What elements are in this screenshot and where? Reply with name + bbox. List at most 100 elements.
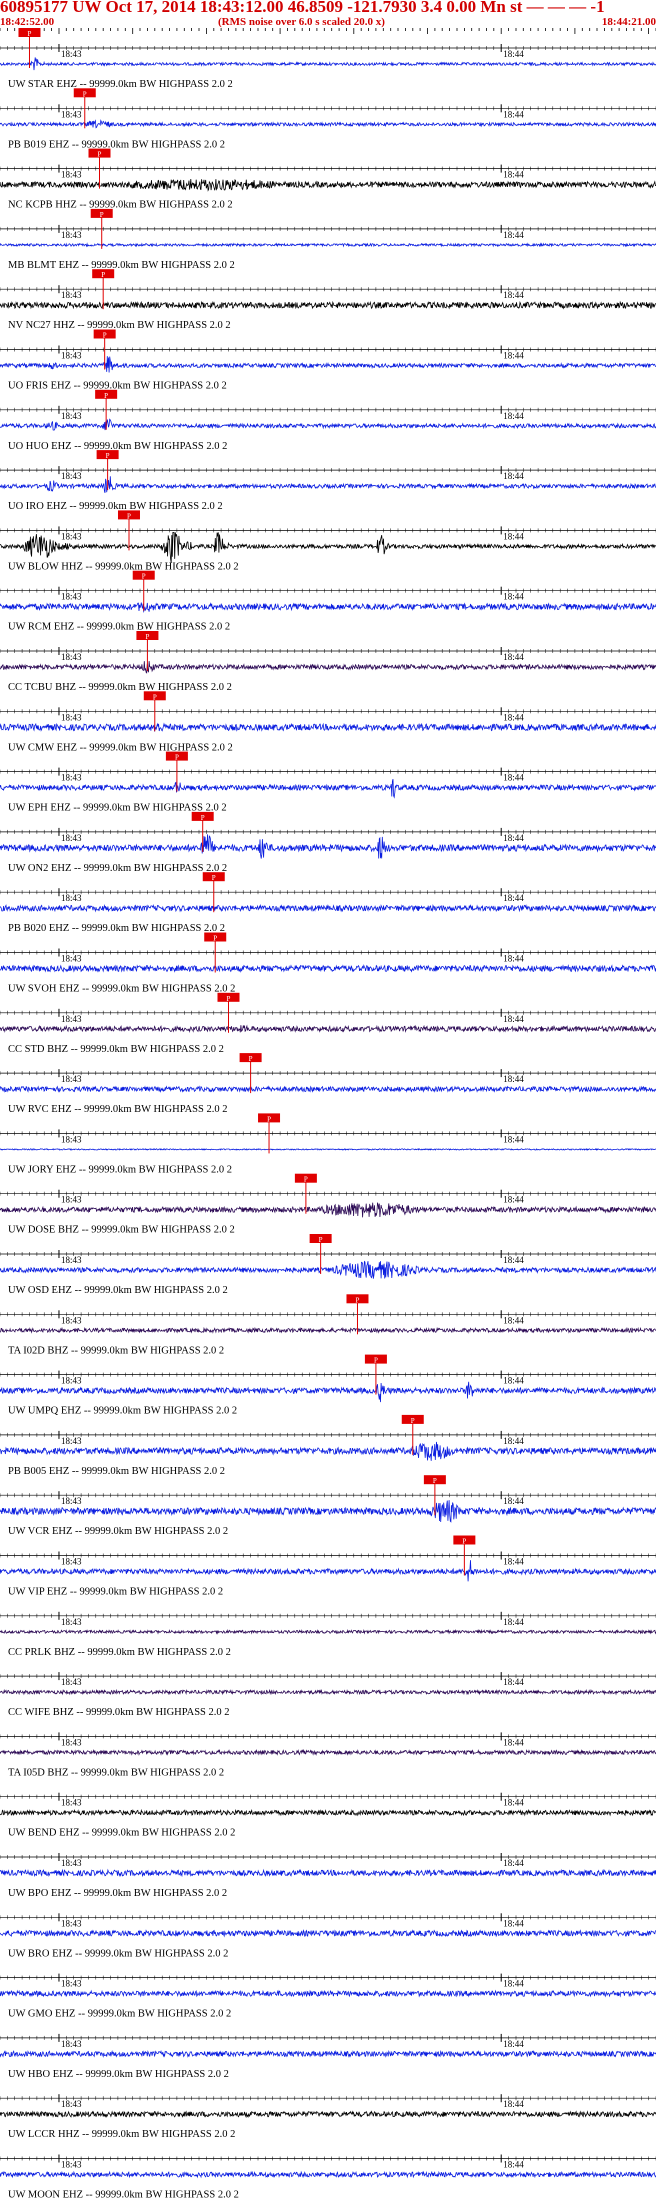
tick-label-1843: 18:43 (61, 109, 82, 119)
start-time: 18:42:52.00 (0, 16, 55, 28)
station-label: UW BRO EHZ -- 99999.0km BW HIGHPASS 2.0 … (8, 1948, 228, 1959)
waveform-trace (0, 1628, 656, 1635)
station-label: UW DOSE BHZ -- 99999.0km BW HIGHPASS 2.0… (8, 1225, 235, 1236)
station-label: UW VIP EHZ -- 99999.0km BW HIGHPASS 2.0 … (8, 1587, 223, 1598)
pick-flag-label: P (28, 30, 32, 38)
tick-label-1844: 18:44 (503, 471, 524, 481)
station-label: CC STD BHZ -- 99999.0km BW HIGHPASS 2.0 … (8, 1044, 224, 1055)
pick-flag-label: P (104, 392, 108, 400)
pick-flag-label: P (374, 1357, 378, 1365)
pick-flag-label: P (213, 935, 217, 943)
waveform-trace (0, 1202, 656, 1218)
tick-label-1844: 18:44 (503, 531, 524, 541)
tick-label-1843: 18:43 (61, 1074, 82, 1084)
tick-label-1844: 18:44 (503, 1737, 524, 1747)
waveform-trace (0, 2110, 656, 2119)
station-label: CC PRLK BHZ -- 99999.0km BW HIGHPASS 2.0… (8, 1647, 231, 1658)
pick-flag-label: P (153, 693, 157, 701)
tick-label-1844: 18:44 (503, 1677, 524, 1687)
pick-flag-label: P (142, 573, 146, 581)
tick-label-1843: 18:43 (61, 471, 82, 481)
tick-label-1844: 18:44 (503, 592, 524, 602)
tick-label-1843: 18:43 (61, 1496, 82, 1506)
tick-label-1843: 18:43 (61, 351, 82, 361)
station-label: UW BPO EHZ -- 99999.0km BW HIGHPASS 2.0 … (8, 1888, 227, 1899)
pick-flag-label: P (201, 814, 205, 822)
waveform-trace (0, 1381, 656, 1403)
pick-flag-label: P (356, 1296, 360, 1304)
tick-label-1844: 18:44 (503, 1014, 524, 1024)
tick-label-1844: 18:44 (503, 411, 524, 421)
station-label: PB B020 EHZ -- 99999.0km BW HIGHPASS 2.0… (8, 923, 225, 934)
waveform-trace (0, 2170, 656, 2179)
tick-label-1843: 18:43 (61, 1979, 82, 1989)
pick-flag-label: P (304, 1176, 308, 1184)
waveform-trace (0, 1868, 656, 1878)
tick-label-1844: 18:44 (503, 1496, 524, 1506)
station-label: PB B019 EHZ -- 99999.0km BW HIGHPASS 2.0… (8, 139, 225, 150)
pick-flag-label: P (100, 211, 104, 219)
tick-label-1843: 18:43 (61, 712, 82, 722)
station-label: UW OSD EHZ -- 99999.0km BW HIGHPASS 2.0 … (8, 1285, 228, 1296)
station-label: UW SVOH EHZ -- 99999.0km BW HIGHPASS 2.0… (8, 984, 235, 995)
tick-label-1843: 18:43 (61, 1255, 82, 1265)
pick-flag-label: P (127, 512, 131, 520)
waveform-trace (0, 964, 656, 973)
station-label: UW CMW EHZ -- 99999.0km BW HIGHPASS 2.0 … (8, 742, 233, 753)
tick-label-1844: 18:44 (503, 109, 524, 119)
tick-label-1843: 18:43 (61, 531, 82, 541)
waveform-trace (0, 178, 656, 192)
station-label: CC TCBU BHZ -- 99999.0km BW HIGHPASS 2.0… (8, 682, 232, 693)
tick-label-1843: 18:43 (61, 49, 82, 59)
waveform-trace (0, 418, 656, 431)
station-label: UW STAR EHZ -- 99999.0km BW HIGHPASS 2.0… (8, 79, 233, 90)
tick-label-1843: 18:43 (61, 592, 82, 602)
station-label: UW MOON EHZ -- 99999.0km BW HIGHPASS 2.0… (8, 2190, 239, 2198)
waveform-trace (0, 1500, 656, 1523)
waveform-trace (0, 1560, 656, 1582)
tick-label-1844: 18:44 (503, 2099, 524, 2109)
pick-flag-label: P (212, 874, 216, 882)
pick-flag-label: P (249, 1055, 253, 1063)
tick-label-1843: 18:43 (61, 1617, 82, 1627)
pick-flag-label: P (106, 452, 110, 460)
station-label: UW BLOW HHZ -- 99999.0km BW HIGHPASS 2.0… (8, 561, 239, 572)
tick-label-1844: 18:44 (503, 230, 524, 240)
tick-label-1844: 18:44 (503, 773, 524, 783)
pick-flag-label: P (175, 754, 179, 762)
tick-label-1843: 18:43 (61, 2039, 82, 2049)
waveform-trace (0, 661, 656, 674)
waveform-trace (0, 1441, 656, 1461)
station-label: TA I05D BHZ -- 99999.0km BW HIGHPASS 2.0… (8, 1767, 224, 1778)
pick-flag-label: P (462, 1538, 466, 1546)
station-label: UW VCR EHZ -- 99999.0km BW HIGHPASS 2.0 … (8, 1526, 228, 1537)
waveform-trace (0, 1688, 656, 1696)
tick-label-1843: 18:43 (61, 833, 82, 843)
tick-label-1844: 18:44 (503, 1255, 524, 1265)
waveform-trace (0, 1748, 656, 1756)
waveform-trace (0, 834, 656, 859)
pick-flag-label: P (83, 90, 87, 98)
tick-label-1844: 18:44 (503, 49, 524, 59)
tick-label-1844: 18:44 (503, 1798, 524, 1808)
station-label: UW RCM EHZ -- 99999.0km BW HIGHPASS 2.0 … (8, 622, 230, 633)
tick-label-1843: 18:43 (61, 170, 82, 180)
rms-note: (RMS noise over 6.0 s scaled 20.0 x) (218, 16, 385, 28)
tick-label-1843: 18:43 (61, 1134, 82, 1144)
waveform-trace (0, 1808, 656, 1817)
tick-label-1844: 18:44 (503, 1617, 524, 1627)
tick-label-1844: 18:44 (503, 893, 524, 903)
waveform-trace (0, 1929, 656, 1938)
seismogram-chart: 18:43 18:44 UW STAR EHZ -- 99999.0km BW HI… (0, 28, 656, 2198)
tick-label-1843: 18:43 (61, 773, 82, 783)
waveform-trace (0, 476, 656, 494)
tick-label-1844: 18:44 (503, 1979, 524, 1989)
waveform-trace (0, 722, 656, 733)
tick-label-1844: 18:44 (503, 1557, 524, 1567)
waveform-trace (0, 119, 656, 129)
station-label: UW ON2 EHZ -- 99999.0km BW HIGHPASS 2.0 … (8, 863, 227, 874)
tick-label-1843: 18:43 (61, 1918, 82, 1928)
waveform-trace (0, 602, 656, 613)
tick-label-1844: 18:44 (503, 833, 524, 843)
tick-label-1844: 18:44 (503, 652, 524, 662)
